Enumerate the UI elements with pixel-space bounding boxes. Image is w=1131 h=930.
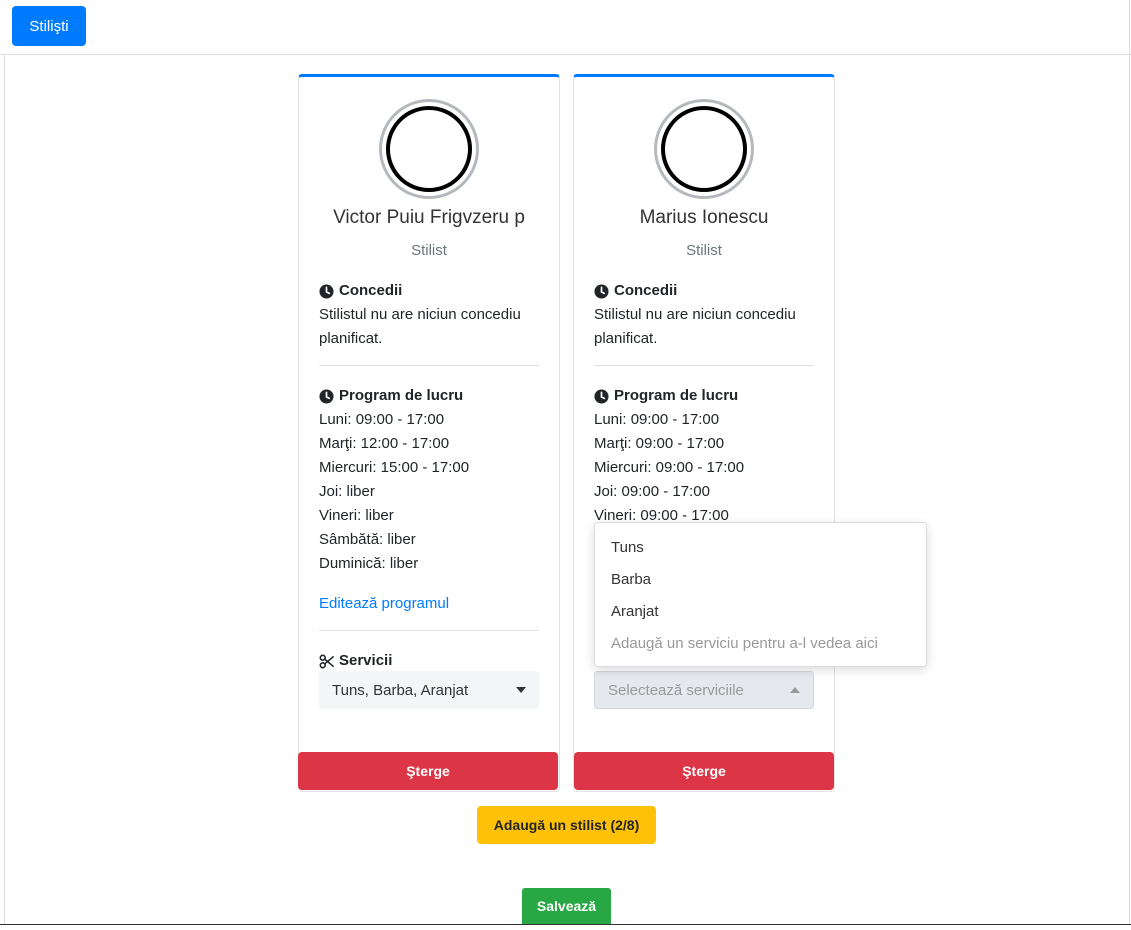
- schedule-line: Marţi: 09:00 - 17:00: [594, 435, 725, 452]
- leave-title: Concedii: [594, 279, 816, 303]
- stylist-name: Marius Ionescu: [639, 207, 769, 228]
- schedule-title: Program de lucru: [319, 384, 541, 408]
- schedule-line: Joi: liber: [319, 483, 375, 500]
- leave-text: Stilistul nu are niciun concediu planifi…: [594, 306, 796, 347]
- schedule-line: Vineri: liber: [319, 507, 394, 524]
- services-select-placeholder: Selectează serviciile: [608, 681, 744, 699]
- schedule-title-label: Program de lucru: [339, 387, 464, 404]
- schedule-line: Miercuri: 15:00 - 17:00: [319, 459, 470, 476]
- schedule-section: Program de lucru Luni: 09:00 - 17:00 Mar…: [319, 384, 541, 616]
- schedule-title-label: Program de lucru: [614, 387, 739, 404]
- leave-section: Concedii Stilistul nu are niciun concedi…: [319, 279, 541, 351]
- schedule-line: Luni: 09:00 - 17:00: [594, 411, 720, 428]
- stylist-card: Victor Puiu Frigvzeru p Stilist Concedii…: [298, 74, 560, 792]
- delete-button[interactable]: Şterge: [574, 752, 834, 790]
- leave-title: Concedii: [319, 279, 541, 303]
- services-section: Servicii: [319, 649, 541, 673]
- page: Stilişti Victor Puiu Frigvzeru p Stilist…: [0, 0, 1131, 930]
- dropdown-option[interactable]: Barba: [595, 564, 926, 596]
- clock-icon: [594, 388, 609, 404]
- avatar: [379, 99, 479, 199]
- leave-title-label: Concedii: [614, 282, 678, 299]
- schedule-line: Duminică: liber: [319, 555, 419, 572]
- stylist-name: Victor Puiu Frigvzeru p: [333, 207, 525, 228]
- services-select-value: Tuns, Barba, Aranjat: [332, 681, 469, 699]
- chevron-up-icon: [790, 687, 800, 693]
- delete-button[interactable]: Şterge: [298, 752, 558, 790]
- clock-icon: [319, 283, 334, 299]
- clock-icon: [594, 283, 609, 299]
- services-select[interactable]: Selectează serviciile: [594, 671, 814, 709]
- schedule-section: Program de lucru Luni: 09:00 - 17:00 Mar…: [594, 384, 816, 528]
- divider: [594, 365, 814, 366]
- schedule-line: Sâmbătă: liber: [319, 531, 416, 548]
- divider: [319, 365, 539, 366]
- leave-title-label: Concedii: [339, 282, 403, 299]
- services-title-label: Servicii: [339, 652, 393, 669]
- edit-schedule-link[interactable]: Editează programul: [319, 592, 541, 616]
- stylist-card: Marius Ionescu Stilist Concedii Stilistu…: [573, 74, 835, 792]
- chevron-down-icon: [516, 687, 526, 693]
- leave-text: Stilistul nu are niciun concediu planifi…: [319, 306, 521, 347]
- stylist-role: Stilist: [686, 242, 722, 259]
- schedule-line: Miercuri: 09:00 - 17:00: [594, 459, 745, 476]
- schedule-line: Marţi: 12:00 - 17:00: [319, 435, 450, 452]
- services-select[interactable]: Tuns, Barba, Aranjat: [319, 671, 539, 709]
- schedule-line: Luni: 09:00 - 17:00: [319, 411, 445, 428]
- stylists-tab-button[interactable]: Stilişti: [12, 6, 86, 46]
- stylist-role: Stilist: [411, 242, 447, 259]
- divider: [319, 630, 539, 631]
- add-stylist-button[interactable]: Adaugă un stilist (2/8): [477, 806, 656, 844]
- right-border: [1129, 0, 1130, 925]
- services-title: Servicii: [319, 649, 541, 673]
- top-bar: Stilişti: [0, 0, 1131, 55]
- schedule-title: Program de lucru: [594, 384, 816, 408]
- bottom-border: [0, 924, 1131, 925]
- leave-section: Concedii Stilistul nu are niciun concedi…: [594, 279, 816, 351]
- dropdown-hint: Adaugă un serviciu pentru a-l vedea aici: [611, 635, 878, 652]
- dropdown-option[interactable]: Aranjat: [595, 596, 926, 628]
- save-button[interactable]: Salvează: [522, 888, 611, 924]
- dropdown-option[interactable]: Tuns: [595, 532, 926, 564]
- scissors-icon: [319, 654, 334, 668]
- services-dropdown-menu: Tuns Barba Aranjat Adaugă un serviciu pe…: [594, 522, 927, 667]
- clock-icon: [319, 388, 334, 404]
- avatar: [654, 99, 754, 199]
- left-border: [4, 55, 5, 925]
- schedule-line: Joi: 09:00 - 17:00: [594, 483, 710, 500]
